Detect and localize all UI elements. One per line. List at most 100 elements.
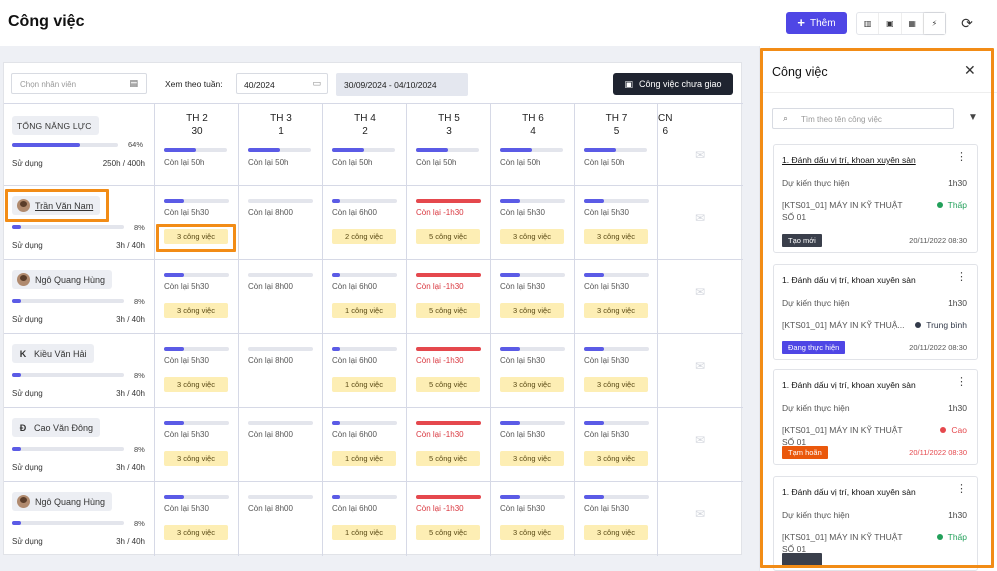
- cell-capacity-fill: [332, 421, 340, 425]
- employee-name[interactable]: Cao Văn Đông: [34, 423, 93, 433]
- inbox-icon: ▣: [624, 78, 633, 89]
- cell-capacity-bar: [248, 273, 313, 277]
- refresh-icon[interactable]: ⟳: [958, 14, 976, 32]
- employee-name[interactable]: Kiều Văn Hải: [34, 349, 87, 359]
- employee-capacity-bar: [12, 299, 124, 303]
- employee-usage-value: 3h / 40h: [116, 315, 145, 324]
- cell-capacity-bar: [332, 495, 397, 499]
- task-count-badge[interactable]: 5 công việc: [416, 451, 480, 466]
- cell-capacity-bar: [164, 347, 229, 351]
- cell-capacity-fill: [164, 273, 184, 277]
- employee-name-tag[interactable]: Ngô Quang Hùng: [12, 492, 113, 511]
- week-value: 40/2024: [244, 80, 275, 90]
- employee-select[interactable]: Chọn nhân viên ▤: [11, 73, 147, 94]
- add-button-label: Thêm: [810, 17, 836, 29]
- cell-capacity-bar: [584, 199, 649, 203]
- add-button[interactable]: + Thêm: [786, 12, 847, 34]
- task-count-badge[interactable]: 1 công việc: [332, 303, 396, 318]
- task-count-badge[interactable]: 1 công việc: [332, 377, 396, 392]
- cell-capacity-bar: [164, 273, 229, 277]
- cell-remaining: Còn lại 6h00: [332, 430, 377, 439]
- task-count-badge[interactable]: 3 công việc: [584, 525, 648, 540]
- cell-remaining: Còn lại 5h30: [500, 356, 545, 365]
- task-count-badge[interactable]: 3 công việc: [500, 525, 564, 540]
- id-card-icon: ▤: [129, 78, 138, 88]
- task-count-badge[interactable]: 2 công việc: [332, 229, 396, 244]
- task-count-badge[interactable]: 1 công việc: [332, 451, 396, 466]
- task-count-badge[interactable]: 5 công việc: [416, 525, 480, 540]
- day-header: TH 7 5: [575, 112, 658, 138]
- employee-name-tag[interactable]: Đ Cao Văn Đông: [12, 418, 101, 437]
- unassigned-tasks-button[interactable]: ▣ Công việc chưa giao: [613, 73, 733, 95]
- day-number: 30: [191, 126, 203, 137]
- day-capacity-bar: [248, 148, 311, 152]
- task-count-badge[interactable]: 1 công việc: [332, 525, 396, 540]
- cell-remaining: Còn lại 5h30: [500, 430, 545, 439]
- cell-capacity-bar: [164, 199, 229, 203]
- employee-usage-value: 3h / 40h: [116, 241, 145, 250]
- columns-icon[interactable]: ▥: [857, 13, 880, 34]
- cell-capacity-bar: [248, 347, 313, 351]
- task-count-badge[interactable]: 3 công việc: [500, 377, 564, 392]
- day-capacity-fill: [416, 148, 448, 152]
- task-count-badge[interactable]: 3 công việc: [500, 229, 564, 244]
- day-header: TH 2 30: [155, 112, 239, 138]
- cell-capacity-fill: [584, 273, 604, 277]
- task-count-badge[interactable]: 3 công việc: [584, 303, 648, 318]
- cell-remaining: Còn lại -1h30: [416, 356, 464, 365]
- day-header: TH 3 1: [239, 112, 323, 138]
- cell-capacity-bar: [248, 421, 313, 425]
- cell-remaining: Còn lại -1h30: [416, 504, 464, 513]
- cell-capacity-fill: [416, 347, 481, 351]
- empty-inbox-icon: ✉: [694, 359, 706, 373]
- cell-remaining: Còn lại 8h00: [248, 504, 293, 513]
- date-range: 30/09/2024 - 04/10/2024: [336, 73, 468, 96]
- task-count-badge[interactable]: 5 công việc: [416, 303, 480, 318]
- task-count-badge[interactable]: 3 công việc: [500, 303, 564, 318]
- calendar-icon[interactable]: ▣: [879, 13, 902, 34]
- column-divider: [490, 104, 491, 556]
- task-count-badge[interactable]: 3 công việc: [584, 229, 648, 244]
- cell-capacity-bar: [248, 495, 313, 499]
- cell-capacity-bar: [500, 495, 565, 499]
- employee-name[interactable]: Ngô Quang Hùng: [35, 497, 105, 507]
- employee-name-tag[interactable]: Ngô Quang Hùng: [12, 270, 113, 289]
- cell-capacity-fill: [164, 495, 184, 499]
- column-divider: [238, 104, 239, 556]
- task-count-badge[interactable]: 5 công việc: [416, 229, 480, 244]
- capacity-usage-label: Sử dụng: [12, 159, 43, 168]
- day-header: TH 6 4: [491, 112, 575, 138]
- cell-remaining: Còn lại 5h30: [584, 282, 629, 291]
- highlight-task-count: [156, 224, 236, 252]
- task-count-badge[interactable]: 3 công việc: [584, 451, 648, 466]
- capacity-usage-value: 250h / 400h: [102, 159, 145, 168]
- employee-name[interactable]: Ngô Quang Hùng: [35, 275, 105, 285]
- employee-name-tag[interactable]: K Kiều Văn Hải: [12, 344, 94, 363]
- task-count-badge[interactable]: 3 công việc: [164, 303, 228, 318]
- task-count-badge[interactable]: 3 công việc: [164, 451, 228, 466]
- task-count-badge[interactable]: 3 công việc: [164, 525, 228, 540]
- capacity-total-percent: 64%: [128, 140, 144, 149]
- task-count-badge[interactable]: 3 công việc: [164, 377, 228, 392]
- cell-capacity-bar: [500, 273, 565, 277]
- cell-remaining: Còn lại 6h00: [332, 504, 377, 513]
- column-divider: [574, 104, 575, 556]
- grid-icon[interactable]: ▦: [902, 13, 924, 34]
- highlight-employee: [5, 189, 109, 222]
- cell-remaining: Còn lại 8h00: [248, 208, 293, 217]
- day-remaining: Còn lại 50h: [584, 158, 625, 167]
- task-count-badge[interactable]: 5 công việc: [416, 377, 480, 392]
- calendar-icon: ▭: [312, 78, 321, 88]
- row-divider: [4, 481, 743, 482]
- week-input[interactable]: 40/2024 ▭: [236, 73, 328, 94]
- lightning-icon[interactable]: ⚡: [923, 13, 945, 34]
- task-count-badge[interactable]: 3 công việc: [500, 451, 564, 466]
- employee-usage-label: Sử dụng: [12, 241, 43, 250]
- cell-remaining: Còn lại -1h30: [416, 430, 464, 439]
- employee-percent: 8%: [134, 297, 145, 306]
- cell-capacity-fill: [416, 495, 481, 499]
- task-count-badge[interactable]: 3 công việc: [584, 377, 648, 392]
- day-capacity-fill: [248, 148, 280, 152]
- cell-remaining: Còn lại 6h00: [332, 208, 377, 217]
- cell-capacity-fill: [332, 273, 340, 277]
